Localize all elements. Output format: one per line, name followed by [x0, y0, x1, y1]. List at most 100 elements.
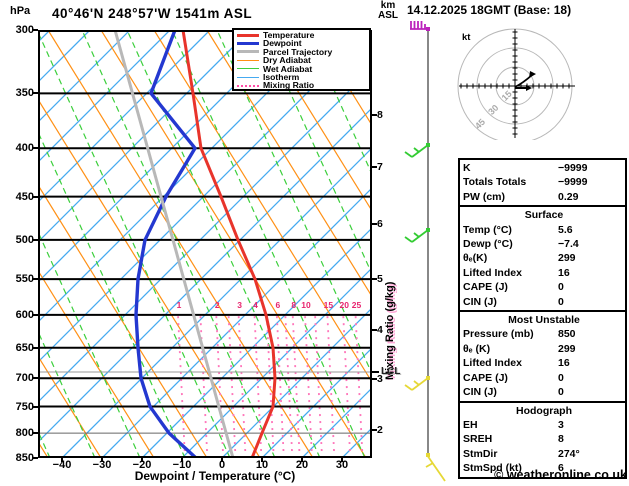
- km-tick-label: 8: [377, 109, 383, 121]
- table-section-title: Surface: [524, 209, 564, 222]
- temp-tick: [261, 458, 263, 462]
- indices-table: K −9999 Totals Totals −9999 PW (cm) 0.29 Surfa…: [458, 158, 627, 479]
- table-row-value: −9999: [558, 162, 588, 174]
- table-row-label: SREH: [463, 433, 493, 446]
- x-axis-title: Dewpoint / Temperature (°C): [134, 469, 296, 483]
- page-title: 40°46'N 248°57'W 1541m ASL: [52, 6, 253, 21]
- table-row: CAPE (J) 0: [463, 280, 625, 294]
- legend-swatch-parcel-trajectory: [237, 50, 259, 54]
- km-tick: [372, 223, 377, 225]
- table-row-label: K: [463, 162, 471, 174]
- table-row-value: 16: [558, 357, 570, 370]
- altitude-axis-unit: km ASL: [374, 1, 402, 21]
- table-row: K −9999: [463, 161, 625, 175]
- mixing-ratio-line: [237, 314, 247, 458]
- table-row-value: 0: [558, 281, 564, 294]
- temp-tick: [221, 458, 223, 462]
- table-row: CAPE (J) 0: [463, 371, 625, 385]
- pressure-tick: [33, 457, 38, 459]
- table-row-label: EH: [463, 418, 478, 431]
- legend-row: Mixing Ratio: [237, 80, 369, 91]
- temp-tick: [341, 458, 343, 462]
- wind-barb: [404, 377, 429, 391]
- barb-anchor-dot: [426, 27, 430, 31]
- mixing-ratio-value-label: 4: [253, 300, 258, 310]
- legend-box: Temperature Dewpoint Parcel Trajectory Dry …: [232, 28, 371, 91]
- table-row-label: Pressure (mb): [463, 328, 534, 341]
- lcl-marker-label: LCL: [381, 366, 401, 377]
- asl-label: ASL: [378, 10, 398, 21]
- table-row-label: θₑ(K): [463, 252, 488, 265]
- legend-label: Mixing Ratio: [263, 80, 315, 91]
- hodograph-unit-label: kt: [462, 32, 471, 43]
- table-row-value: 3: [558, 418, 564, 431]
- pressure-tick: [33, 377, 38, 380]
- table-row: PW (cm) 0.29: [463, 190, 625, 204]
- pressure-tick-label: 650: [15, 341, 34, 354]
- pressure-tick: [33, 346, 38, 349]
- table-row-value: 5.6: [558, 223, 573, 236]
- table-section-title: Hodograph: [516, 404, 572, 417]
- pressure-tick-label: 300: [15, 24, 34, 36]
- table-row: θₑ(K) 299: [463, 251, 625, 265]
- table-row-value: 0.29: [558, 190, 579, 203]
- pressure-tick: [33, 313, 38, 316]
- km-tick: [372, 114, 377, 116]
- barb-anchor-dot: [426, 228, 430, 232]
- table-row-value: 299: [558, 252, 576, 265]
- table-row-label: Lifted Index: [463, 266, 522, 279]
- pressure-tick-label: 500: [15, 233, 34, 246]
- pressure-tick-label: 750: [15, 400, 34, 413]
- pressure-tick-label: 350: [15, 87, 34, 100]
- table-row-value: 0: [558, 371, 564, 384]
- mixing-ratio-value-label: 2: [214, 300, 220, 310]
- table-row-label: PW (cm): [463, 190, 505, 203]
- skewt-plot: [38, 30, 372, 458]
- km-tick: [372, 166, 377, 168]
- table-row: CIN (J) 0: [463, 385, 625, 399]
- barb-anchor-dot: [426, 143, 430, 147]
- legend-swatch-dewpoint: [237, 42, 259, 46]
- pressure-tick: [33, 195, 38, 198]
- mixing-ratio-line: [304, 314, 313, 458]
- table-row-label: Lifted Index: [463, 357, 522, 370]
- table-row-label: Temp (°C): [463, 223, 512, 236]
- legend-swatch-wet-adiabat: [237, 68, 259, 70]
- pressure-tick-label: 800: [15, 427, 34, 440]
- km-tick-label: 6: [377, 218, 383, 230]
- km-tick: [372, 329, 377, 331]
- pressure-tick-label: 600: [15, 308, 34, 321]
- mixing-ratio-value-label: 1: [176, 300, 182, 310]
- table-section-title: Most Unstable: [508, 314, 580, 327]
- copyright-footer: © weatheronline.co.uk: [494, 468, 627, 482]
- legend-swatch-dry-adiabat: [237, 59, 259, 61]
- table-row-label: CIN (J): [463, 386, 497, 399]
- table-row-label: θₑ (K): [463, 342, 491, 355]
- table-row: SREH 8: [463, 432, 625, 446]
- km-tick-label: 2: [377, 424, 383, 436]
- table-row-value: 0: [558, 386, 564, 399]
- table-section: Most Unstable Pressure (mb) 850 θₑ (K) 299 Li…: [460, 310, 625, 400]
- pressure-tick-label: 550: [15, 273, 34, 286]
- pressure-tick-label: 700: [15, 372, 34, 385]
- pressure-tick: [33, 147, 38, 150]
- barb-anchor-dot: [426, 376, 430, 380]
- wind-barb-column: [404, 21, 446, 482]
- sounding-chart-page: hPa 40°46'N 248°57'W 1541m ASL km ASL 14…: [0, 0, 629, 486]
- pressure-tick: [33, 278, 38, 281]
- temp-tick: [141, 458, 143, 462]
- lcl-tick: [372, 371, 379, 373]
- km-tick: [372, 278, 377, 280]
- legend-row: Wet Adiabat: [237, 64, 369, 73]
- mixing-ratio-line: [275, 314, 285, 458]
- pressure-tick: [33, 92, 38, 95]
- table-row: θₑ (K) 299: [463, 342, 625, 356]
- legend-swatch-temperature: [237, 33, 259, 37]
- table-row-label: StmDir: [463, 447, 498, 460]
- table-row-value: −9999: [558, 176, 588, 189]
- pressure-tick-label: 850: [15, 452, 34, 464]
- mixing-ratio-line: [227, 314, 237, 458]
- table-row-value: 8: [558, 433, 564, 446]
- barb-anchor-dot: [426, 453, 430, 457]
- table-row-value: 0: [558, 295, 564, 308]
